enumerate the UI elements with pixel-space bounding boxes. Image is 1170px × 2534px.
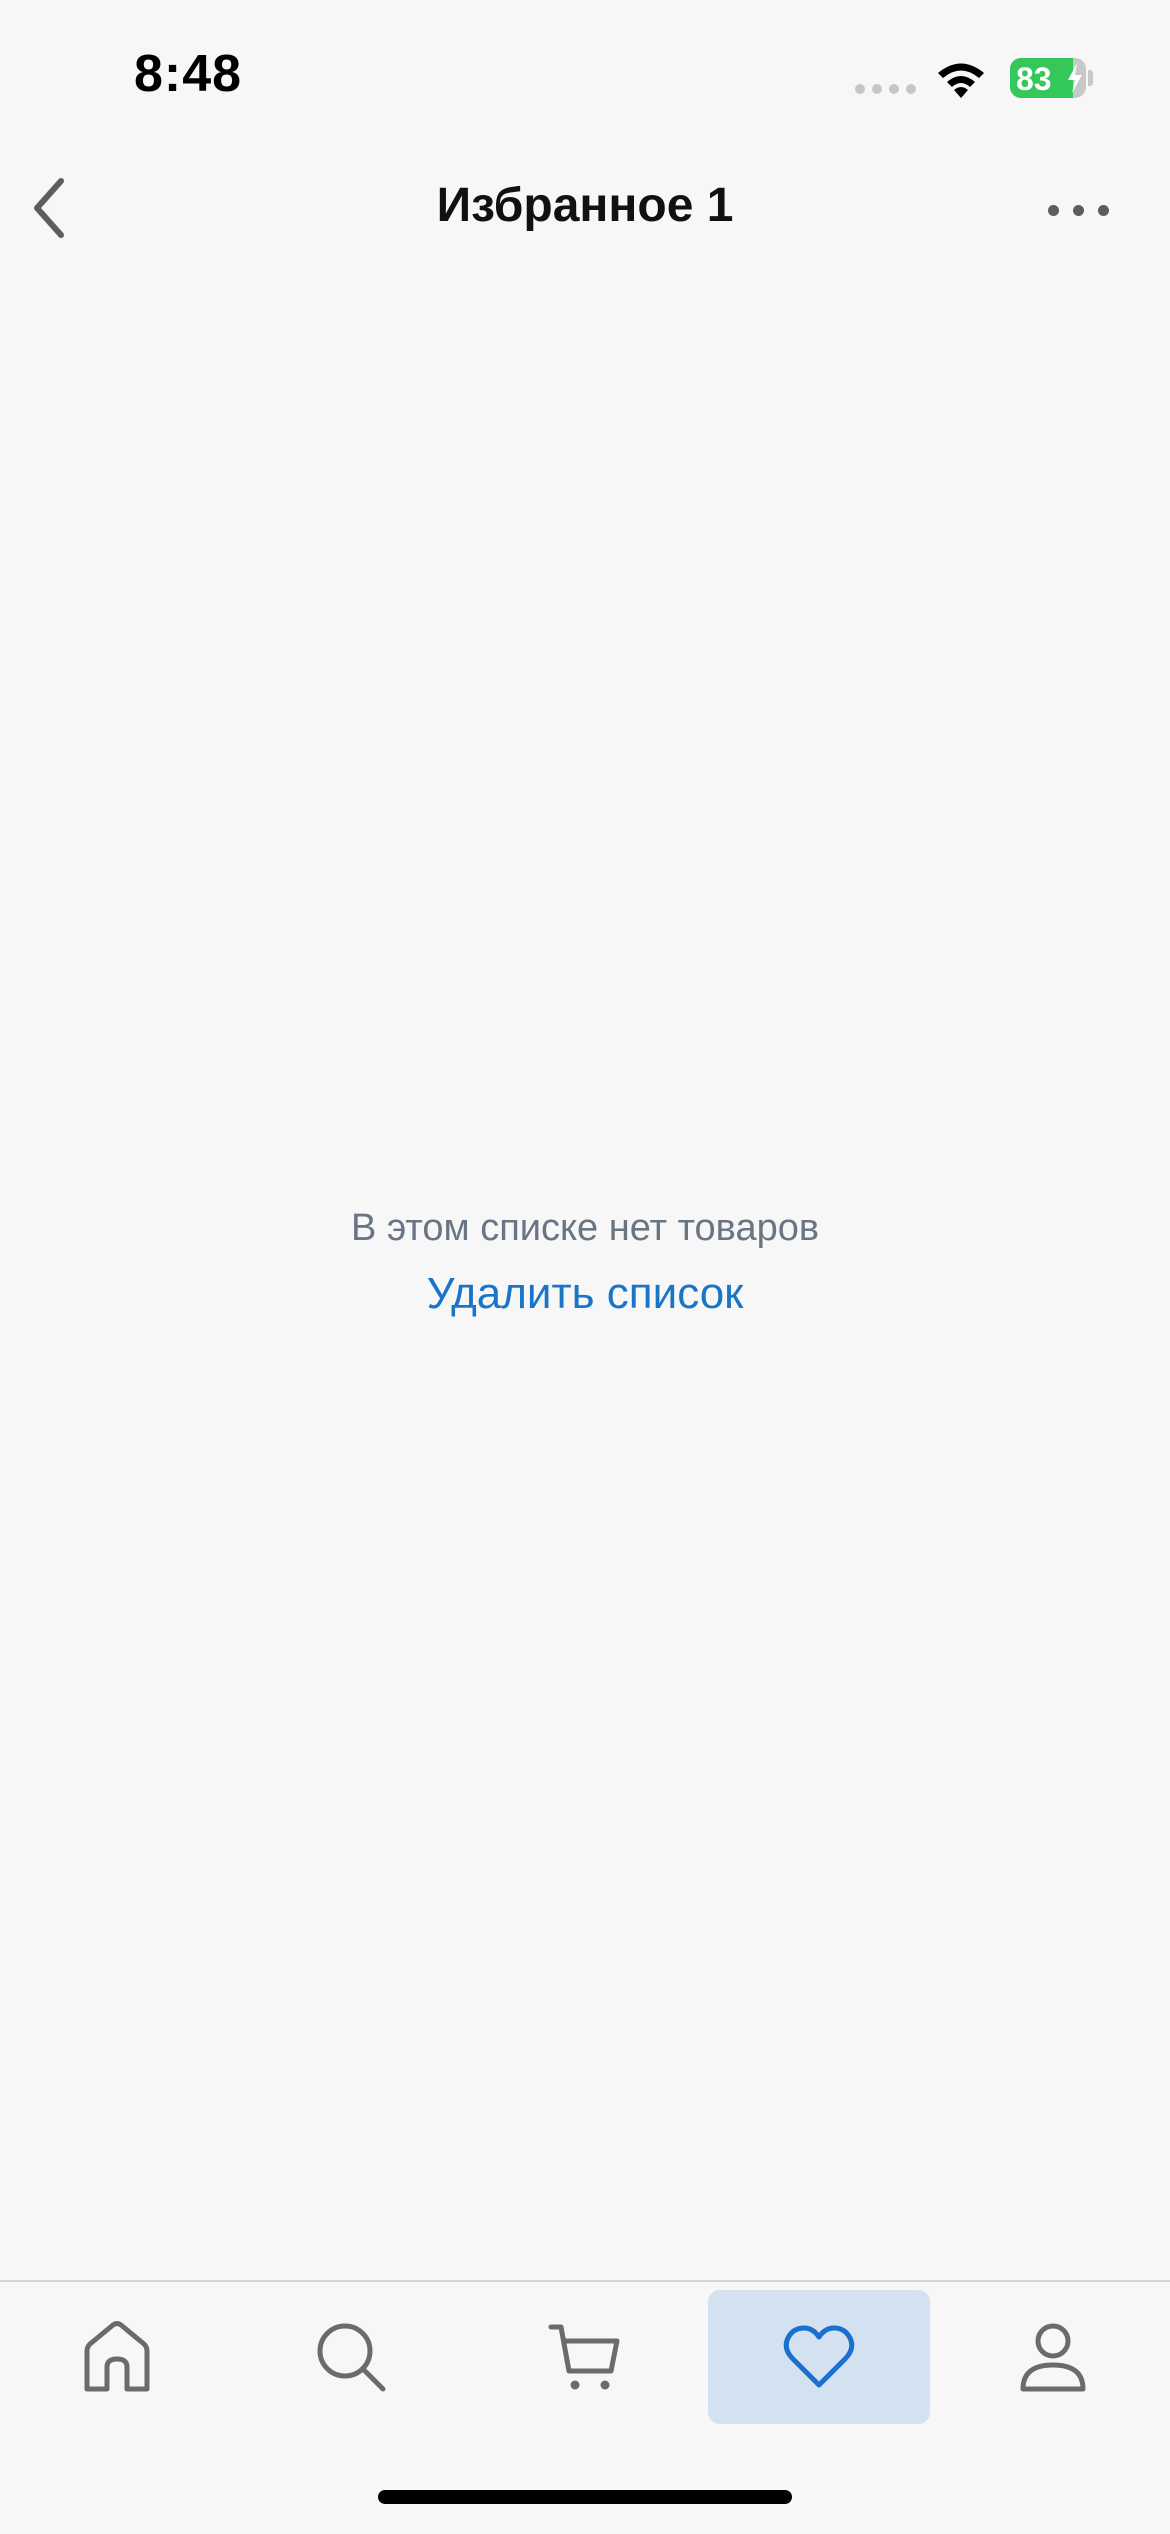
tab-profile[interactable]	[942, 2290, 1164, 2424]
battery-indicator: 83	[1010, 58, 1086, 98]
charging-bolt-icon	[1068, 63, 1082, 93]
home-icon	[84, 2321, 150, 2392]
battery-level: 83	[1016, 61, 1052, 97]
page-title: Избранное 1	[436, 179, 734, 232]
cellular-signal-icon	[855, 84, 916, 94]
more-dot	[1097, 204, 1109, 216]
more-dot	[1072, 204, 1084, 216]
delete-list-link[interactable]: Удалить список	[427, 1266, 744, 1322]
status-bar: 8:48 83	[0, 0, 1170, 150]
tab-home[interactable]	[6, 2290, 228, 2424]
tab-favorites[interactable]	[708, 2290, 930, 2424]
wifi-icon	[938, 63, 984, 98]
navigation-bar: Избранное 1	[0, 150, 1170, 270]
home-indicator	[378, 2490, 792, 2504]
tab-cart[interactable]	[474, 2290, 696, 2424]
more-options-button[interactable]	[1030, 180, 1126, 240]
heart-icon	[783, 2325, 855, 2388]
user-icon	[1020, 2323, 1086, 2392]
status-time: 8:48	[134, 45, 243, 103]
more-horizontal-icon	[1047, 204, 1059, 216]
empty-list-message: В этом списке нет товаров	[350, 1207, 820, 1249]
tab-search[interactable]	[240, 2290, 462, 2424]
cart-icon	[548, 2324, 620, 2390]
search-icon	[317, 2323, 386, 2392]
battery-cap	[1088, 70, 1093, 86]
empty-state: В этом списке нет товаров Удалить список	[0, 1200, 1170, 1322]
